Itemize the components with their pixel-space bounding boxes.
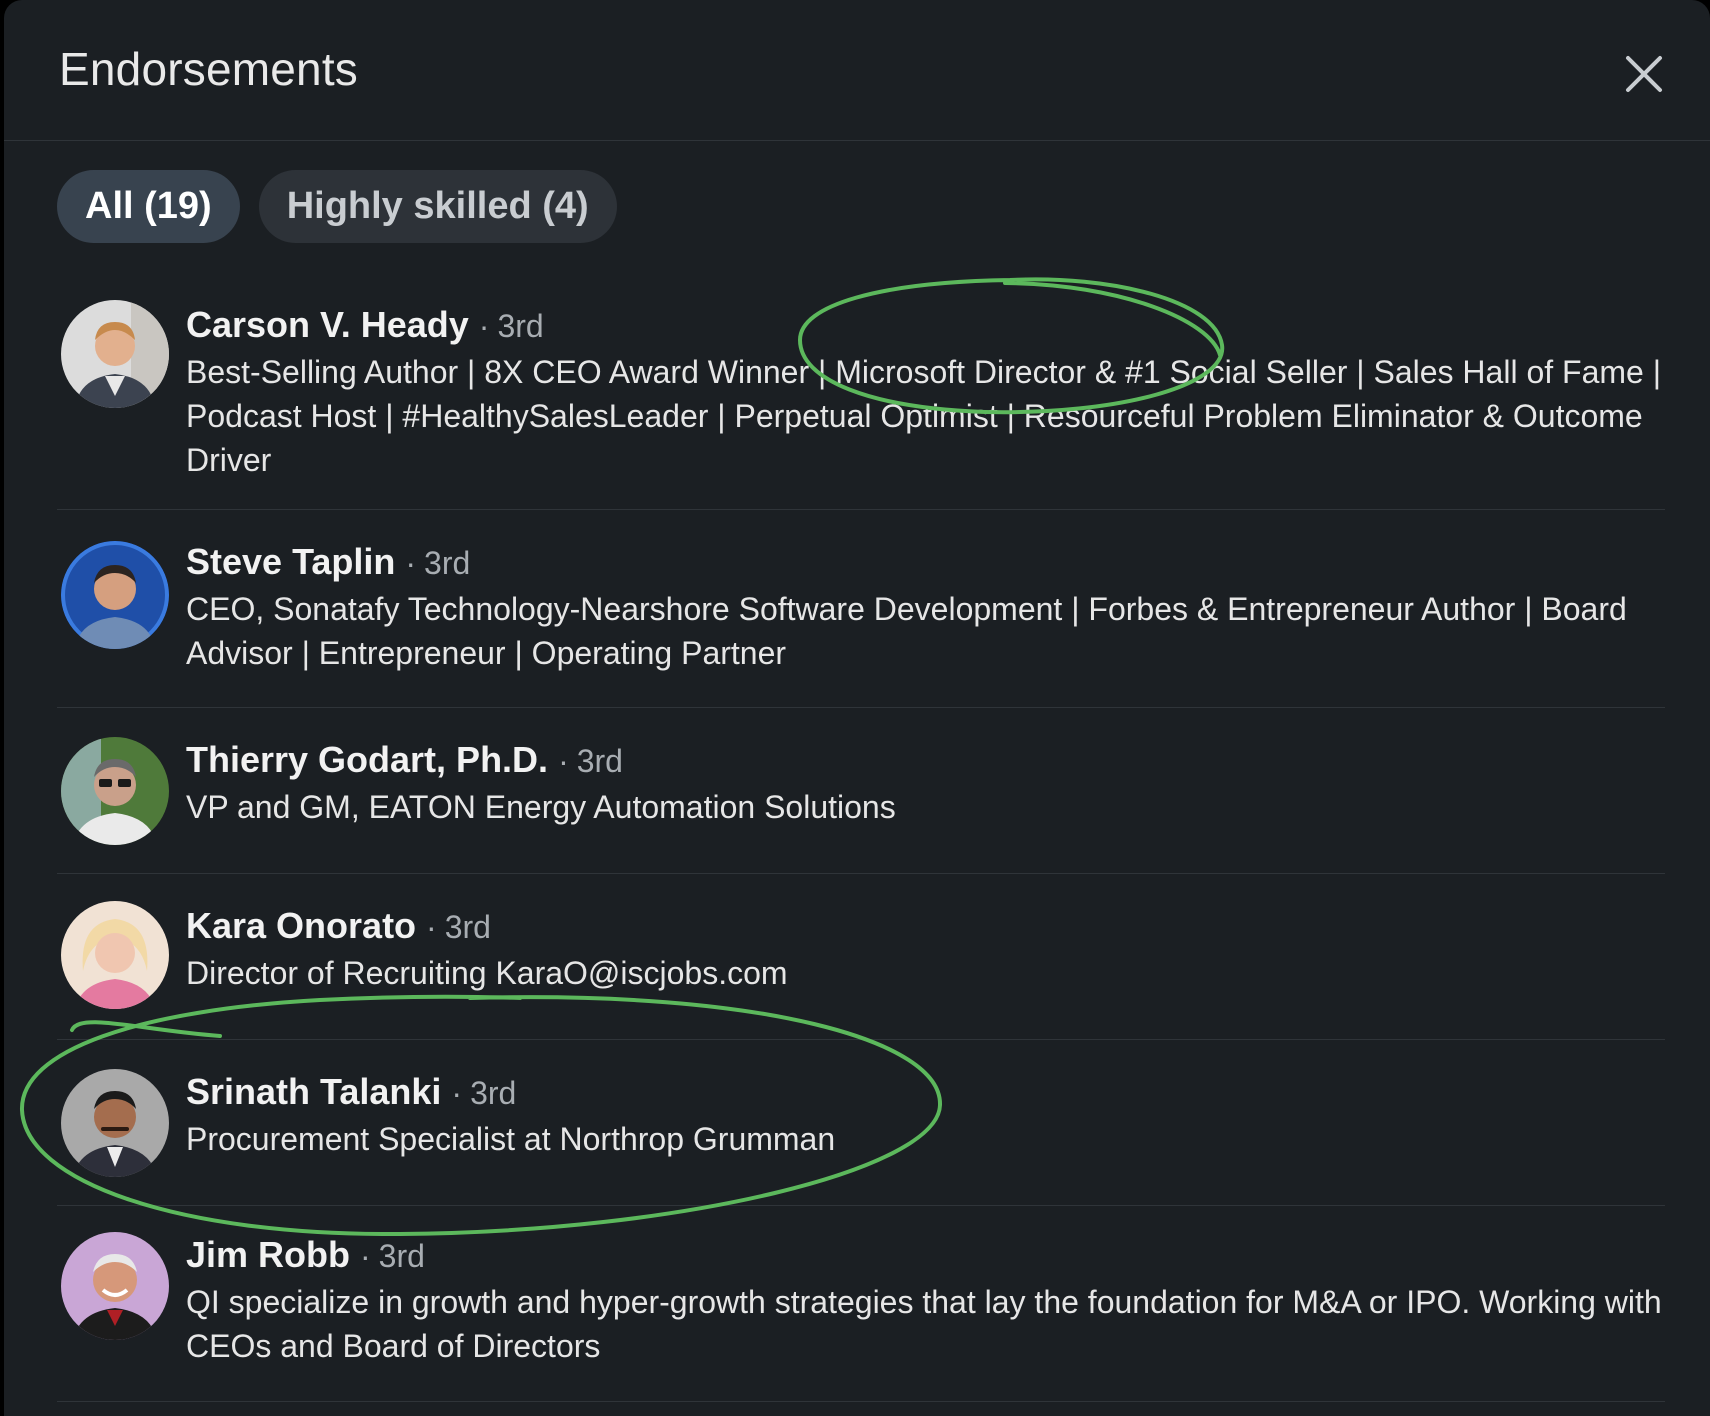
name-line: Thierry Godart, Ph.D. · 3rd (186, 739, 1665, 781)
degree-label: 3rd (424, 545, 471, 581)
name-line: Jim Robb · 3rd (186, 1234, 1665, 1276)
endorser-headline: QI specialize in growth and hyper-growth… (186, 1284, 1662, 1364)
degree-label: 3rd (497, 308, 544, 344)
endorser-name[interactable]: Jim Robb (186, 1234, 350, 1276)
endorser-headline: Procurement Specialist at Northrop Grumm… (186, 1121, 836, 1157)
endorser-headline: CEO, Sonatafy Technology-Nearshore Softw… (186, 591, 1627, 671)
name-line: Steve Taplin · 3rd (186, 541, 1665, 583)
endorser-row-steve-taplin[interactable]: Steve Taplin · 3rd CEO, Sonatafy Technolo… (57, 510, 1665, 708)
connection-degree: · 3rd (478, 308, 544, 344)
endorser-row-carson-heady[interactable]: Carson V. Heady · 3rd Best-Selling Author… (57, 280, 1665, 510)
filter-highly-skilled-pill[interactable]: Highly skilled (4) (258, 170, 617, 243)
filter-pills: All (19) Highly skilled (4) (57, 170, 617, 243)
name-line: Srinath Talanki · 3rd (186, 1071, 1665, 1113)
close-button[interactable] (1616, 46, 1672, 102)
endorser-row-jim-robb[interactable]: Jim Robb · 3rd QI specialize in growth an… (57, 1206, 1665, 1402)
avatar[interactable] (61, 541, 169, 649)
degree-label: 3rd (470, 1075, 517, 1111)
endorser-name[interactable]: Steve Taplin (186, 541, 395, 583)
connection-degree: · 3rd (405, 545, 471, 581)
endorser-headline: Best-Selling Author | 8X CEO Award Winne… (186, 354, 1662, 478)
endorser-name[interactable]: Carson V. Heady (186, 304, 469, 346)
connection-degree: · 3rd (426, 909, 491, 945)
filter-all-pill[interactable]: All (19) (57, 170, 240, 243)
endorser-name[interactable]: Thierry Godart, Ph.D. (186, 739, 548, 781)
avatar[interactable] (61, 1069, 169, 1177)
dialog-title: Endorsements (59, 43, 358, 95)
degree-label: 3rd (444, 909, 491, 945)
close-icon (1626, 56, 1662, 92)
avatar[interactable] (61, 737, 169, 845)
name-line: Carson V. Heady · 3rd (186, 304, 1665, 346)
endorser-row-srinath-talanki[interactable]: Srinath Talanki · 3rd Procurement Special… (57, 1040, 1665, 1206)
endorser-list: Carson V. Heady · 3rd Best-Selling Author… (57, 280, 1665, 1402)
endorser-row-kara-onorato[interactable]: Kara Onorato · 3rd Director of Recruiting… (57, 874, 1665, 1040)
endorser-name[interactable]: Kara Onorato (186, 905, 416, 947)
endorser-name[interactable]: Srinath Talanki (186, 1071, 441, 1113)
avatar[interactable] (61, 1232, 169, 1340)
connection-degree: · 3rd (360, 1238, 425, 1274)
endorsements-dialog: Endorsements All (19) Highly skilled (4) (4, 0, 1710, 1416)
degree-label: 3rd (576, 743, 623, 779)
name-line: Kara Onorato · 3rd (186, 905, 1665, 947)
endorser-row-thierry-godart[interactable]: Thierry Godart, Ph.D. · 3rd VP and GM, EA… (57, 708, 1665, 874)
avatar[interactable] (61, 300, 169, 408)
connection-degree: · 3rd (451, 1075, 517, 1111)
endorser-headline: VP and GM, EATON Energy Automation Solut… (186, 789, 896, 825)
avatar[interactable] (61, 901, 169, 1009)
endorser-headline: Director of Recruiting KaraO@iscjobs.com (186, 955, 788, 991)
dialog-header: Endorsements (4, 0, 1710, 141)
connection-degree: · 3rd (558, 743, 623, 779)
degree-label: 3rd (378, 1238, 425, 1274)
